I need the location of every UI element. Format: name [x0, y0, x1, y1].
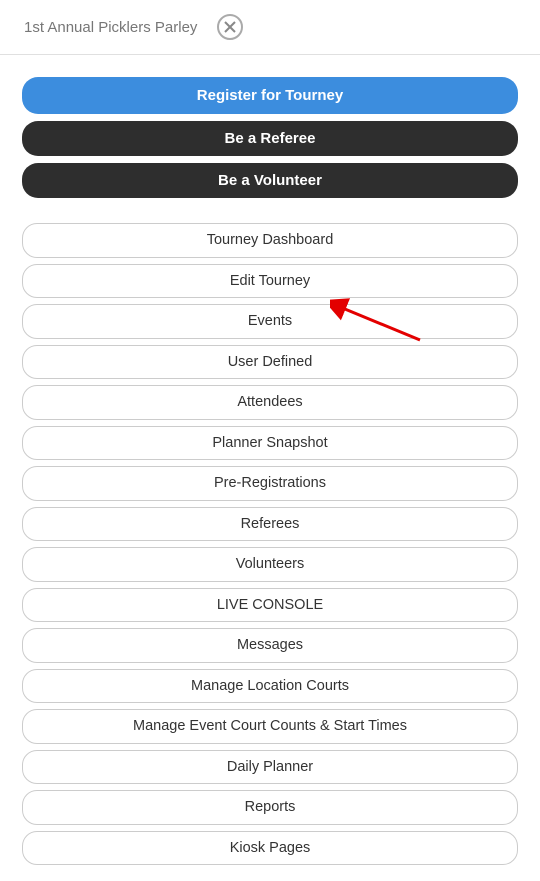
menu-item-pre-registrations[interactable]: Pre-Registrations: [22, 466, 518, 501]
menu-item-volunteers[interactable]: Volunteers: [22, 547, 518, 582]
menu-item-user-defined[interactable]: User Defined: [22, 345, 518, 380]
menu-item-reports[interactable]: Reports: [22, 790, 518, 825]
menu-item-referees[interactable]: Referees: [22, 507, 518, 542]
modal-header: 1st Annual Picklers Parley: [0, 0, 540, 55]
be-volunteer-button[interactable]: Be a Volunteer: [22, 163, 518, 198]
menu-item-planner-snapshot[interactable]: Planner Snapshot: [22, 426, 518, 461]
modal-content: Register for Tourney Be a Referee Be a V…: [0, 55, 540, 881]
be-referee-button[interactable]: Be a Referee: [22, 121, 518, 156]
close-button[interactable]: [217, 14, 243, 40]
menu-item-kiosk-pages[interactable]: Kiosk Pages: [22, 831, 518, 866]
menu-item-attendees[interactable]: Attendees: [22, 385, 518, 420]
menu-item-events[interactable]: Events: [22, 304, 518, 339]
menu-item-daily-planner[interactable]: Daily Planner: [22, 750, 518, 785]
menu-item-live-console[interactable]: LIVE CONSOLE: [22, 588, 518, 623]
close-icon: [224, 21, 236, 33]
menu-item-tourney-dashboard[interactable]: Tourney Dashboard: [22, 223, 518, 258]
register-tourney-button[interactable]: Register for Tourney: [22, 77, 518, 114]
menu-item-edit-tourney[interactable]: Edit Tourney: [22, 264, 518, 299]
menu-item-manage-location-courts[interactable]: Manage Location Courts: [22, 669, 518, 704]
page-title: 1st Annual Picklers Parley: [24, 19, 197, 36]
menu-item-messages[interactable]: Messages: [22, 628, 518, 663]
menu-item-manage-event-court-counts[interactable]: Manage Event Court Counts & Start Times: [22, 709, 518, 744]
